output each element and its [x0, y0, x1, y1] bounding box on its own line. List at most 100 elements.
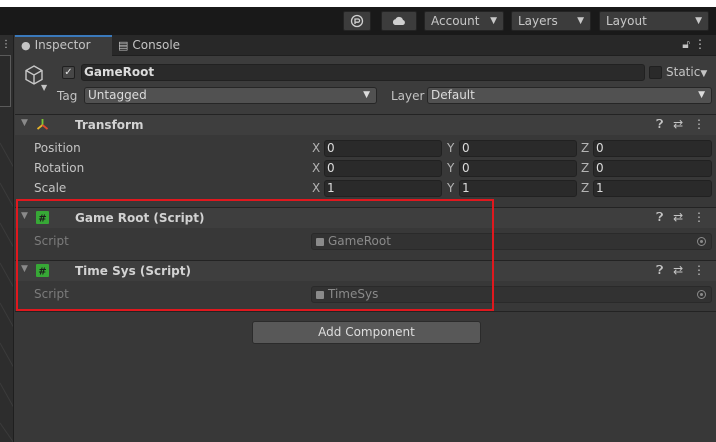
scene-grid [0, 142, 13, 442]
tab-menu-icon[interactable]: ⋮ [694, 37, 710, 51]
position-y-field[interactable]: 0 [459, 140, 577, 157]
script-field-label: Script [34, 234, 69, 248]
scene-panel-fragment [0, 55, 11, 107]
position-label: Position [34, 141, 81, 155]
position-row: Position X0 Y0 Z0 [15, 138, 716, 158]
scale-y-field[interactable]: 1 [459, 180, 577, 197]
gameroot-script-row: Script GameRoot [15, 231, 716, 251]
transform-title: Transform [75, 118, 144, 132]
foldout-icon[interactable]: ▼ [21, 118, 28, 128]
top-strip [0, 0, 716, 7]
scene-view-edge: ⋮ [0, 35, 14, 442]
layout-dropdown[interactable]: Layout ▼ [599, 11, 709, 31]
gameroot-script-field[interactable]: GameRoot [311, 233, 712, 250]
tab-inspector-label: Inspector [34, 38, 91, 52]
transform-header[interactable]: ▼ Transform ❓︎ ⇄ ⋮ [15, 114, 716, 135]
timesys-script-header[interactable]: ▼ # Time Sys (Script) ❓︎ ⇄ ⋮ [15, 260, 716, 281]
tab-console[interactable]: ▤ Console [112, 35, 192, 56]
help-icon[interactable]: ❓︎ [656, 210, 666, 224]
layer-dropdown[interactable]: Default ▼ [427, 87, 712, 104]
account-label: Account [431, 14, 480, 28]
main-toolbar: Account ▼ Layers ▼ Layout ▼ [0, 7, 716, 35]
svg-text:#: # [38, 267, 46, 278]
layer-value: Default [431, 88, 475, 102]
chevron-down-icon: ▼ [698, 90, 705, 100]
package-button[interactable] [343, 11, 371, 31]
position-x-field[interactable]: 0 [324, 140, 442, 157]
static-label: Static [666, 65, 701, 79]
script-file-icon [316, 238, 324, 246]
tag-dropdown[interactable]: Untagged ▼ [84, 87, 377, 104]
y-axis-label[interactable]: Y [447, 141, 454, 155]
timesys-script-row: Script TimeSys [15, 284, 716, 304]
gameobject-header: ▼ ✓ GameRoot Static▼ Tag Untagged ▼ Laye… [15, 56, 716, 122]
active-checkbox[interactable]: ✓ [62, 66, 75, 79]
icon-dropdown-icon[interactable]: ▼ [41, 83, 47, 92]
add-component-button[interactable]: Add Component [252, 321, 481, 344]
help-icon[interactable]: ❓︎ [656, 263, 666, 277]
scale-label: Scale [34, 181, 67, 195]
gameroot-script-header[interactable]: ▼ # Game Root (Script) ❓︎ ⇄ ⋮ [15, 207, 716, 228]
tab-console-label: Console [132, 38, 181, 52]
rotation-x-field[interactable]: 0 [324, 160, 442, 177]
help-icon[interactable]: ❓︎ [656, 117, 666, 131]
foldout-icon[interactable]: ▼ [21, 264, 28, 274]
timesys-script-title: Time Sys (Script) [75, 264, 191, 278]
context-menu-icon[interactable]: ⋮ [693, 210, 708, 224]
layers-dropdown[interactable]: Layers ▼ [511, 11, 591, 31]
settings-icon[interactable]: ⇄ [673, 117, 686, 131]
rotation-z-field[interactable]: 0 [593, 160, 712, 177]
cloud-button[interactable] [381, 11, 417, 31]
cloud-icon [392, 16, 405, 25]
tab-inspector[interactable]: ● Inspector [15, 35, 112, 56]
x-axis-label[interactable]: X [312, 161, 320, 175]
account-dropdown[interactable]: Account ▼ [424, 11, 504, 31]
console-icon: ▤ [118, 39, 129, 52]
context-menu-icon[interactable]: ⋮ [693, 263, 708, 277]
gameroot-script-value: GameRoot [328, 234, 391, 248]
tab-tools: 🔓︎⋮ [682, 37, 710, 52]
y-axis-label[interactable]: Y [447, 181, 454, 195]
chevron-down-icon: ▼ [577, 16, 584, 26]
tag-value: Untagged [88, 88, 147, 102]
position-z-field[interactable]: 0 [593, 140, 712, 157]
name-field[interactable]: GameRoot [81, 64, 645, 81]
static-checkbox[interactable] [649, 66, 662, 79]
z-axis-label[interactable]: Z [581, 161, 589, 175]
scale-z-field[interactable]: 1 [593, 180, 712, 197]
y-axis-label[interactable]: Y [447, 161, 454, 175]
timesys-script-field[interactable]: TimeSys [311, 286, 712, 303]
x-axis-label[interactable]: X [312, 141, 320, 155]
foldout-icon[interactable]: ▼ [21, 211, 28, 221]
z-axis-label[interactable]: Z [581, 141, 589, 155]
svg-text:#: # [38, 214, 46, 225]
more-icon[interactable]: ⋮ [1, 39, 11, 50]
z-axis-label[interactable]: Z [581, 181, 589, 195]
chevron-down-icon: ▼ [490, 16, 497, 26]
object-picker-icon[interactable] [697, 237, 706, 246]
gameroot-script-title: Game Root (Script) [75, 211, 205, 225]
rotation-label: Rotation [34, 161, 85, 175]
inspector-panel: ● Inspector ▤ Console 🔓︎⋮ ▼ ✓ GameRoot Sta… [15, 35, 716, 442]
lock-icon[interactable]: 🔓︎ [682, 37, 694, 51]
x-axis-label[interactable]: X [312, 181, 320, 195]
settings-icon[interactable]: ⇄ [673, 263, 686, 277]
component-tools: ❓︎ ⇄ ⋮ [656, 117, 708, 132]
object-picker-icon[interactable] [697, 290, 706, 299]
layers-label: Layers [518, 14, 558, 28]
settings-icon[interactable]: ⇄ [673, 210, 686, 224]
scale-x-field[interactable]: 1 [324, 180, 442, 197]
script-field-label: Script [34, 287, 69, 301]
rotation-row: Rotation X0 Y0 Z0 [15, 158, 716, 178]
info-icon: ● [21, 39, 31, 52]
transform-icon [36, 119, 49, 130]
static-dropdown[interactable]: Static▼ [666, 65, 707, 79]
context-menu-icon[interactable]: ⋮ [693, 117, 708, 131]
rotation-y-field[interactable]: 0 [459, 160, 577, 177]
layout-label: Layout [606, 14, 647, 28]
package-icon [350, 14, 364, 28]
chevron-down-icon: ▼ [700, 69, 708, 79]
layer-label: Layer [391, 89, 425, 103]
component-divider [15, 311, 716, 312]
component-tools: ❓︎ ⇄ ⋮ [656, 263, 708, 278]
